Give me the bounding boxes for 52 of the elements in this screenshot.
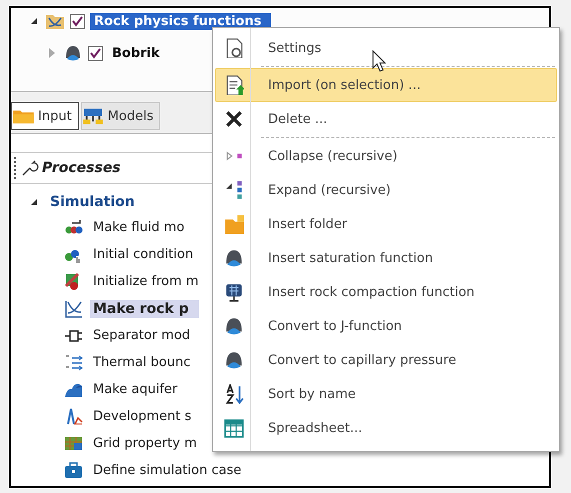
- process-item[interactable]: Initial condition: [90, 246, 196, 263]
- folder-chart-icon: [45, 12, 65, 30]
- table-icon: [224, 418, 244, 438]
- gear-document-icon: [224, 38, 244, 58]
- dome-icon: [224, 248, 244, 268]
- process-item[interactable]: Initialize from m: [90, 273, 202, 290]
- curve-chart-icon: [64, 298, 84, 318]
- menu-item[interactable]: Settings: [215, 31, 557, 65]
- process-item[interactable]: Make fluid mo: [90, 219, 188, 236]
- menu-item[interactable]: Expand (recursive): [215, 173, 557, 207]
- network-icon: [82, 107, 104, 125]
- checkbox[interactable]: [88, 46, 103, 60]
- folder-icon: [224, 214, 244, 234]
- menu-item[interactable]: Insert folder: [215, 207, 557, 241]
- dome-icon: [63, 44, 83, 62]
- mouse-cursor-icon: [372, 50, 386, 72]
- process-item[interactable]: Separator mod: [90, 327, 194, 344]
- chart-icon: [64, 406, 84, 426]
- expander-icon[interactable]: [31, 18, 37, 24]
- tree-item[interactable]: Bobrik: [108, 44, 164, 62]
- tab[interactable]: Input: [11, 102, 79, 130]
- menu-item[interactable]: Delete ...: [215, 102, 557, 136]
- process-item[interactable]: Grid property m: [90, 435, 200, 452]
- x-icon: [224, 109, 244, 129]
- menu-item[interactable]: Sort by name: [215, 377, 557, 411]
- expand-icon: [224, 180, 244, 200]
- process-item[interactable]: Development s: [90, 408, 194, 425]
- wrench-icon: [21, 159, 39, 177]
- sort-icon: [224, 384, 244, 404]
- menu-item[interactable]: Spreadsheet...: [215, 411, 557, 445]
- process-item[interactable]: Define simulation case: [90, 462, 244, 479]
- dome-icon: [224, 350, 244, 370]
- menu-item[interactable]: Insert rock compaction function: [215, 275, 557, 309]
- briefcase-icon: [64, 460, 84, 480]
- process-item[interactable]: Thermal bounc: [90, 354, 194, 371]
- menu-item[interactable]: Import (on selection) ...: [215, 68, 557, 102]
- dome-icon: [224, 316, 244, 336]
- checkbox[interactable]: [70, 14, 85, 28]
- menu-item[interactable]: Insert saturation function: [215, 241, 557, 275]
- tree-item[interactable]: Rock physics functions: [90, 12, 272, 30]
- menu-item[interactable]: Convert to capillary pressure: [215, 343, 557, 377]
- panel-title: Processes: [42, 160, 121, 176]
- process-item[interactable]: Make rock p: [90, 300, 199, 318]
- process-item[interactable]: Make aquifer: [90, 381, 180, 398]
- import-document-icon: [224, 75, 244, 95]
- tab[interactable]: Models: [80, 102, 160, 130]
- expander-icon[interactable]: [31, 199, 37, 205]
- menu-item[interactable]: Convert to J-function: [215, 309, 557, 343]
- monitor-icon: [224, 282, 244, 302]
- menu-item[interactable]: Collapse (recursive): [215, 139, 557, 173]
- tree-item[interactable]: Simulation: [50, 194, 135, 210]
- arrows-icon: [64, 352, 84, 372]
